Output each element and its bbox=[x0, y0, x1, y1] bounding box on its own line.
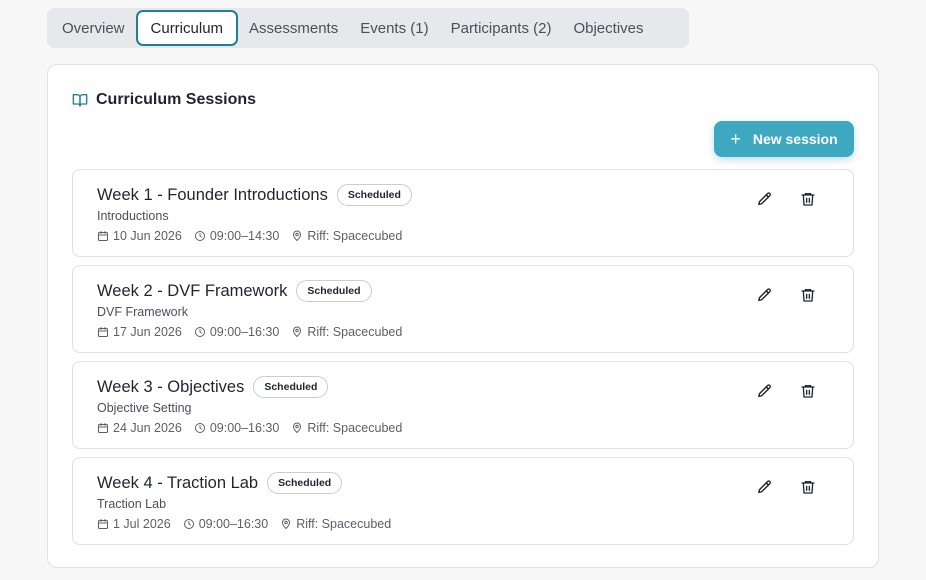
edit-pencil-icon[interactable] bbox=[755, 382, 773, 400]
clock-icon bbox=[183, 518, 195, 530]
session-location: Riff: Spacecubed bbox=[307, 229, 403, 243]
session-meta: 17 Jun 2026 09:00–16:30 Riff: Spacecubed bbox=[97, 325, 402, 339]
session-list: Week 1 - Founder Introductions Scheduled… bbox=[72, 169, 854, 553]
new-session-label: New session bbox=[752, 131, 838, 147]
session-item[interactable]: Week 3 - Objectives Scheduled Objective … bbox=[72, 361, 854, 449]
status-badge: Scheduled bbox=[296, 280, 372, 302]
session-date: 1 Jul 2026 bbox=[113, 517, 171, 531]
session-title: Week 2 - DVF Framework bbox=[97, 281, 288, 300]
session-description: Objective Setting bbox=[97, 401, 192, 415]
tab-overview[interactable]: Overview bbox=[51, 10, 136, 46]
map-pin-icon bbox=[280, 518, 292, 530]
session-item[interactable]: Week 2 - DVF Framework Scheduled DVF Fra… bbox=[72, 265, 854, 353]
session-date: 24 Jun 2026 bbox=[113, 421, 182, 435]
delete-trash-icon[interactable] bbox=[799, 478, 817, 496]
plus-icon: + bbox=[730, 129, 741, 149]
session-date: 10 Jun 2026 bbox=[113, 229, 182, 243]
session-title: Week 1 - Founder Introductions bbox=[97, 185, 328, 204]
session-time: 09:00–14:30 bbox=[209, 229, 280, 243]
calendar-icon bbox=[97, 326, 109, 338]
edit-pencil-icon[interactable] bbox=[755, 190, 773, 208]
session-description: Introductions bbox=[97, 209, 169, 223]
session-location: Riff: Spacecubed bbox=[307, 325, 403, 339]
session-title: Week 3 - Objectives bbox=[97, 377, 245, 396]
session-time: 09:00–16:30 bbox=[209, 421, 280, 435]
tab-events[interactable]: Events (1) bbox=[349, 10, 439, 46]
session-item[interactable]: Week 4 - Traction Lab Scheduled Traction… bbox=[72, 457, 854, 545]
session-location: Riff: Spacecubed bbox=[296, 517, 392, 531]
session-title: Week 4 - Traction Lab bbox=[97, 473, 259, 492]
edit-pencil-icon[interactable] bbox=[755, 478, 773, 496]
session-time: 09:00–16:30 bbox=[209, 325, 280, 339]
session-description: DVF Framework bbox=[97, 305, 188, 319]
book-open-icon bbox=[72, 92, 88, 108]
card-header: Curriculum Sessions bbox=[72, 91, 256, 109]
tab-curriculum[interactable]: Curriculum bbox=[135, 10, 239, 46]
session-actions bbox=[755, 478, 817, 496]
edit-pencil-icon[interactable] bbox=[755, 286, 773, 304]
tab-objectives[interactable]: Objectives bbox=[562, 10, 654, 46]
session-meta: 24 Jun 2026 09:00–16:30 Riff: Spacecubed bbox=[97, 421, 402, 435]
calendar-icon bbox=[97, 518, 109, 530]
card-title: Curriculum Sessions bbox=[96, 91, 257, 108]
session-description: Traction Lab bbox=[97, 497, 167, 511]
calendar-icon bbox=[97, 422, 109, 434]
session-meta: 1 Jul 2026 09:00–16:30 Riff: Spacecubed bbox=[97, 517, 391, 531]
delete-trash-icon[interactable] bbox=[799, 382, 817, 400]
session-time: 09:00–16:30 bbox=[198, 517, 269, 531]
new-session-button[interactable]: + New session bbox=[714, 121, 854, 157]
map-pin-icon bbox=[291, 326, 303, 338]
calendar-icon bbox=[97, 230, 109, 242]
session-actions bbox=[755, 286, 817, 304]
curriculum-card: Curriculum Sessions + New session Week 1… bbox=[47, 64, 879, 568]
status-badge: Scheduled bbox=[253, 376, 329, 398]
map-pin-icon bbox=[291, 422, 303, 434]
session-location: Riff: Spacecubed bbox=[307, 421, 403, 435]
clock-icon bbox=[194, 326, 206, 338]
session-actions bbox=[755, 190, 817, 208]
session-meta: 10 Jun 2026 09:00–14:30 Riff: Spacecubed bbox=[97, 229, 402, 243]
status-badge: Scheduled bbox=[336, 184, 412, 206]
map-pin-icon bbox=[291, 230, 303, 242]
delete-trash-icon[interactable] bbox=[799, 190, 817, 208]
session-item[interactable]: Week 1 - Founder Introductions Scheduled… bbox=[72, 169, 854, 257]
clock-icon bbox=[194, 422, 206, 434]
clock-icon bbox=[194, 230, 206, 242]
session-actions bbox=[755, 382, 817, 400]
status-badge: Scheduled bbox=[267, 472, 343, 494]
session-date: 17 Jun 2026 bbox=[113, 325, 182, 339]
tab-assessments[interactable]: Assessments bbox=[238, 10, 349, 46]
tab-bar: Overview Curriculum Assessments Events (… bbox=[47, 8, 689, 48]
delete-trash-icon[interactable] bbox=[799, 286, 817, 304]
tab-participants[interactable]: Participants (2) bbox=[440, 10, 563, 46]
